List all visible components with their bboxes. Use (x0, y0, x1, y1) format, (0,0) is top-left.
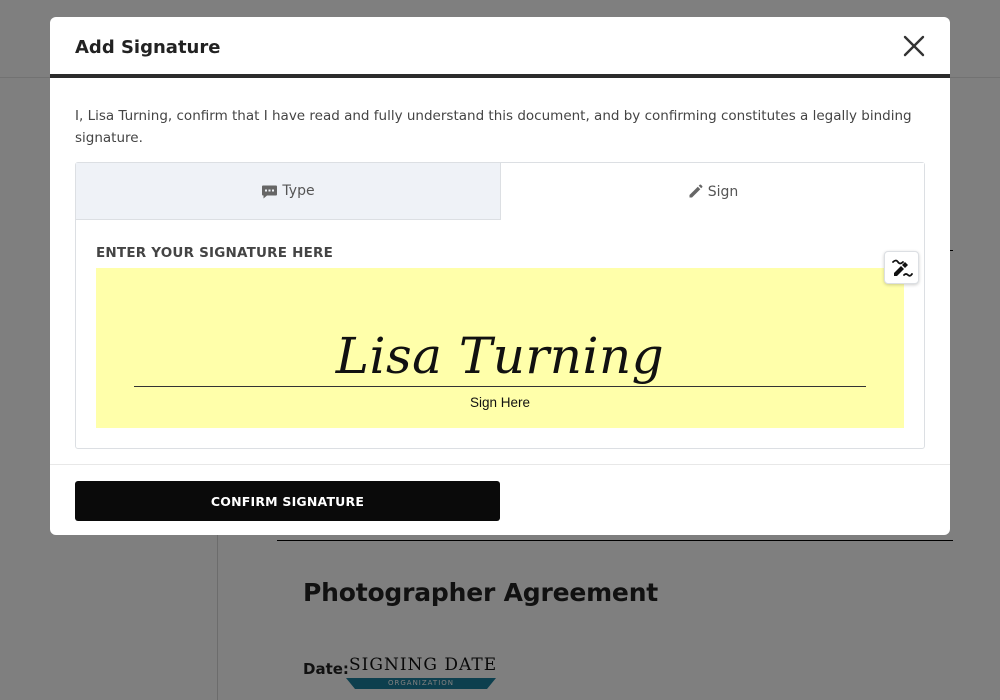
signature-pad-label: ENTER YOUR SIGNATURE HERE (96, 245, 334, 261)
consent-text: I, Lisa Turning, confirm that I have rea… (75, 108, 912, 146)
close-icon (903, 35, 925, 57)
tab-sign-label: Sign (707, 183, 739, 200)
tab-type[interactable]: Type (76, 163, 501, 220)
clear-signature-button[interactable] (884, 251, 919, 284)
signature-baseline (134, 386, 866, 387)
modal-header: Add Signature (50, 17, 950, 78)
signature-pad[interactable]: Lisa Turning Sign Here (96, 268, 904, 428)
tab-type-label: Type (282, 183, 315, 199)
confirm-signature-button[interactable]: CONFIRM SIGNATURE (75, 481, 500, 521)
drawn-signature: Lisa Turning (335, 327, 665, 385)
modal-title: Add Signature (75, 37, 221, 58)
close-button[interactable] (898, 30, 930, 62)
signature-panel: Type Sign ENTER YOUR SIGNATURE HERE Lisa… (75, 162, 925, 449)
message-icon (261, 183, 278, 200)
add-signature-modal: Add Signature I, Lisa Turning, confirm t… (50, 17, 950, 535)
sign-here-text: Sign Here (469, 395, 531, 410)
pencil-icon (687, 183, 704, 200)
tab-sign[interactable]: Sign (501, 163, 924, 220)
eraser-icon (891, 259, 913, 277)
modal-footer: CONFIRM SIGNATURE (50, 464, 950, 535)
